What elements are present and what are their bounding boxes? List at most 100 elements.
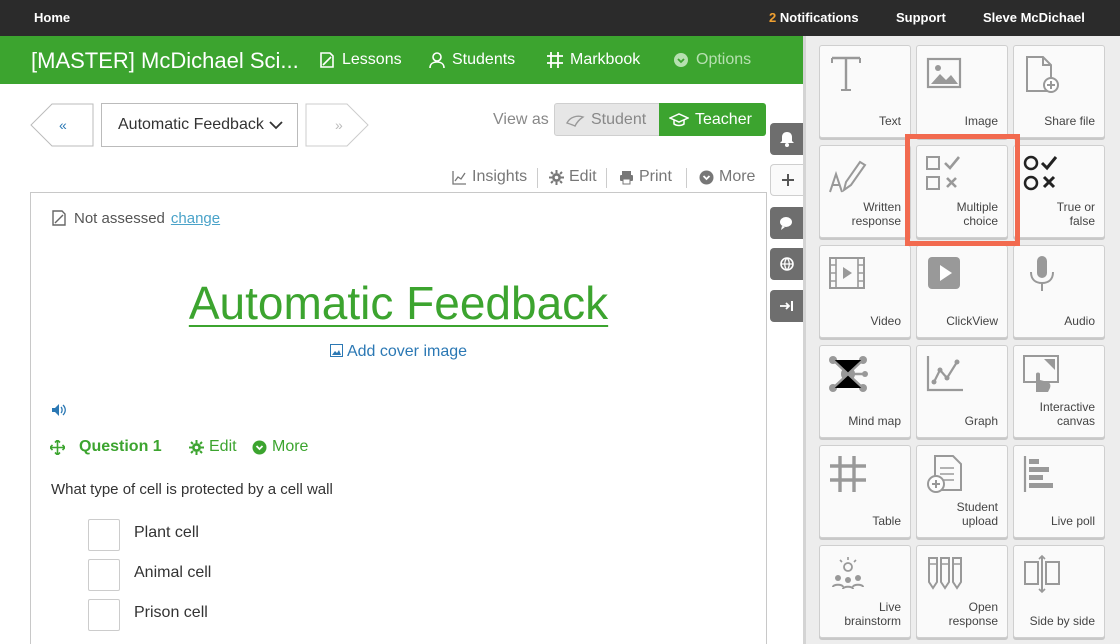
- block-graph[interactable]: Graph: [916, 345, 1008, 438]
- students-icon: [429, 52, 445, 69]
- student-cap-icon: [566, 115, 585, 127]
- block-interactive-canvas[interactable]: Interactive canvas: [1013, 345, 1105, 438]
- nav-lessons[interactable]: Lessons: [318, 51, 402, 69]
- clickview-icon: [928, 257, 960, 289]
- notifications-link[interactable]: 2 Notifications: [769, 10, 859, 25]
- question-label: Question 1: [79, 438, 162, 455]
- view-as-teacher-button[interactable]: Teacher: [659, 103, 766, 136]
- speaker-icon[interactable]: [51, 403, 67, 417]
- block-label: Graph: [964, 414, 998, 428]
- question-edit-button[interactable]: Edit: [189, 438, 237, 456]
- globe-button[interactable]: [770, 248, 804, 280]
- view-as-label: View as: [493, 111, 549, 128]
- block-image[interactable]: Image: [916, 45, 1008, 138]
- live-brainstorm-icon: [832, 557, 864, 590]
- page-select[interactable]: Automatic Feedback: [101, 103, 298, 147]
- add-cover-image-label: Add cover image: [346, 343, 468, 360]
- table-icon: [830, 456, 866, 492]
- chevron-down-circle-icon: [674, 53, 688, 67]
- more-page-button[interactable]: More: [699, 168, 755, 186]
- change-assessment-link[interactable]: change: [171, 210, 220, 227]
- block-side-by-side[interactable]: Side by side: [1013, 545, 1105, 638]
- block-table[interactable]: Table: [819, 445, 911, 538]
- block-written-response[interactable]: Written response: [819, 145, 911, 238]
- question-edit-label: Edit: [209, 438, 237, 455]
- nav-students[interactable]: Students: [428, 51, 515, 69]
- markbook-grid-icon: [547, 52, 563, 68]
- video-icon: [829, 257, 865, 289]
- block-live-poll[interactable]: Live poll: [1013, 445, 1105, 538]
- option-label: Plant cell: [134, 524, 199, 541]
- view-as-teacher-label: Teacher: [695, 110, 752, 128]
- question-more-label: More: [272, 438, 309, 455]
- notification-count: 2: [769, 10, 777, 25]
- option-checkbox[interactable]: [88, 519, 120, 551]
- print-button[interactable]: Print: [619, 168, 672, 186]
- nav-markbook[interactable]: Markbook: [546, 51, 640, 69]
- nav-lessons-label: Lessons: [342, 51, 402, 68]
- block-text[interactable]: Text: [819, 45, 911, 138]
- option-checkbox[interactable]: [88, 559, 120, 591]
- text-icon: [831, 56, 861, 91]
- block-open-response[interactable]: Open response: [916, 545, 1008, 638]
- side-by-side-icon: [1024, 554, 1060, 594]
- page-title[interactable]: Automatic Feedback: [0, 276, 797, 330]
- block-label: Interactive canvas: [1039, 400, 1095, 428]
- block-label: Audio: [1064, 314, 1095, 328]
- gear-icon: [549, 169, 564, 185]
- top-bar: Home 2 Notifications Support Sleve McDic…: [0, 0, 1120, 36]
- page-select-value: Automatic Feedback: [118, 116, 264, 133]
- nav-options-label: Options: [696, 51, 752, 68]
- notifications-bell-button[interactable]: [770, 123, 804, 155]
- globe-icon: [780, 257, 794, 271]
- printer-icon: [620, 170, 633, 184]
- option-checkbox[interactable]: [88, 599, 120, 631]
- true-false-icon: [1023, 155, 1058, 191]
- block-true-false[interactable]: True or false: [1013, 145, 1105, 238]
- block-share-file[interactable]: Share file: [1013, 45, 1105, 138]
- microphone-icon: [1030, 256, 1054, 291]
- block-multiple-choice[interactable]: Multiple choice: [916, 145, 1008, 238]
- block-audio[interactable]: Audio: [1013, 245, 1105, 338]
- block-video[interactable]: Video: [819, 245, 911, 338]
- support-link[interactable]: Support: [896, 10, 946, 25]
- chevron-down-circle-icon: [699, 170, 714, 184]
- question-more-button[interactable]: More: [252, 438, 308, 456]
- drag-move-icon[interactable]: [50, 439, 65, 455]
- insights-button[interactable]: Insights: [452, 168, 527, 186]
- add-content-button[interactable]: [770, 164, 804, 196]
- block-label: Mind map: [848, 414, 901, 428]
- comments-button[interactable]: [770, 207, 804, 239]
- block-clickview[interactable]: ClickView: [916, 245, 1008, 338]
- block-label: Open response: [948, 600, 998, 628]
- written-response-icon: [829, 160, 867, 193]
- edit-page-button[interactable]: Edit: [549, 168, 597, 186]
- block-label: Live poll: [1050, 514, 1095, 528]
- chevron-down-icon: [269, 121, 283, 130]
- collapse-panel-button[interactable]: [770, 290, 804, 322]
- block-live-brainstorm[interactable]: Live brainstorm: [819, 545, 911, 638]
- block-label: ClickView: [946, 314, 998, 328]
- home-link[interactable]: Home: [34, 10, 70, 25]
- student-upload-icon: [927, 455, 962, 493]
- block-label: Side by side: [1029, 614, 1095, 628]
- course-title[interactable]: [MASTER] McDichael Sci...: [31, 48, 299, 74]
- course-header: [MASTER] McDichael Sci... Lessons Studen…: [0, 36, 803, 84]
- nav-markbook-label: Markbook: [570, 51, 641, 68]
- block-student-upload[interactable]: Student upload: [916, 445, 1008, 538]
- bell-icon: [780, 132, 794, 147]
- add-cover-image-link[interactable]: Add cover image: [0, 343, 797, 361]
- divider: [537, 168, 538, 188]
- view-as-student-button[interactable]: Student: [554, 103, 661, 136]
- next-page-button[interactable]: »: [305, 103, 369, 147]
- option-label: Animal cell: [134, 564, 212, 581]
- image-icon: [329, 344, 343, 357]
- lessons-icon: [320, 52, 334, 68]
- user-menu[interactable]: Sleve McDichael: [983, 10, 1085, 25]
- nav-options[interactable]: Options: [672, 51, 751, 69]
- view-as-student-label: Student: [591, 110, 647, 128]
- block-mind-map[interactable]: Mind map: [819, 345, 911, 438]
- prev-page-button[interactable]: «: [30, 103, 94, 147]
- more-label: More: [719, 168, 756, 185]
- gear-icon: [189, 439, 204, 455]
